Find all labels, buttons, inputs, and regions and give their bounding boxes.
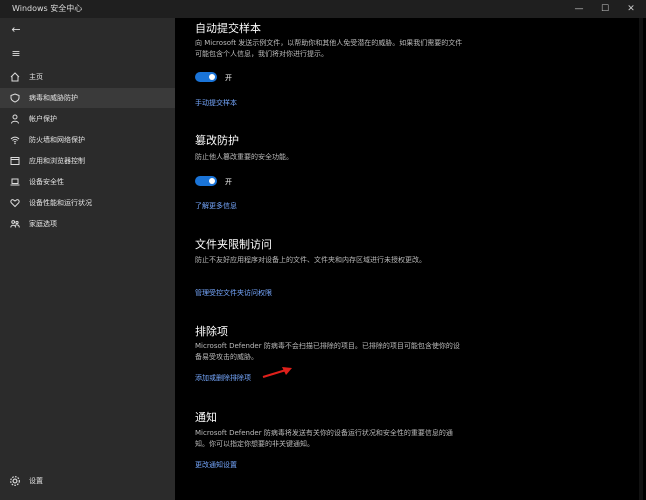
minimize-icon[interactable]: — [566, 0, 592, 18]
auto-submit-toggle[interactable] [195, 72, 217, 82]
section-desc-exclusions: Microsoft Defender 防病毒不会扫描已排除的项目。已排除的项目可… [195, 342, 460, 361]
home-icon [9, 71, 21, 83]
app-window-icon [9, 155, 21, 167]
add-remove-exclusions-link[interactable]: 添加或删除排除项 [195, 373, 251, 383]
sidebar-item-label: 设备安全性 [29, 178, 64, 186]
gear-icon [9, 475, 21, 487]
family-icon [9, 218, 21, 230]
sidebar-item-label: 主页 [29, 73, 43, 81]
scrollbar[interactable] [639, 18, 643, 500]
manage-folder-access-link[interactable]: 管理受控文件夹访问权限 [195, 288, 272, 298]
close-icon[interactable]: ✕ [618, 0, 644, 18]
section-desc-tamper: 防止他人篡改重要的安全功能。 [195, 153, 293, 161]
maximize-icon[interactable]: ☐ [592, 0, 618, 18]
manual-submit-sample-link[interactable]: 手动提交样本 [195, 98, 237, 108]
section-title-exclusions: 排除项 [195, 325, 228, 338]
auto-submit-toggle-label: 开 [225, 74, 232, 82]
sidebar-item-label: 家庭选项 [29, 220, 57, 228]
sidebar-item-device-security[interactable]: 设备安全性 [0, 172, 175, 192]
windows-security-window: Windows 安全中心 — ☐ ✕ ← ≡ 主页 病毒和威胁防护 帐户保护 防… [0, 0, 646, 500]
learn-more-link[interactable]: 了解更多信息 [195, 201, 237, 211]
back-arrow-icon[interactable]: ← [5, 20, 27, 38]
sidebar-item-family-options[interactable]: 家庭选项 [0, 214, 175, 234]
section-title-folder-access: 文件夹限制访问 [195, 238, 272, 251]
toggle-knob [209, 178, 215, 184]
sidebar-item-settings[interactable]: 设置 [0, 471, 175, 491]
sidebar-item-account-protection[interactable]: 帐户保护 [0, 109, 175, 129]
hamburger-menu-icon[interactable]: ≡ [5, 44, 27, 62]
toggle-knob [209, 74, 215, 80]
sidebar-item-label: 帐户保护 [29, 115, 57, 123]
sidebar-item-home[interactable]: 主页 [0, 67, 175, 87]
sidebar-item-label: 应用和浏览器控制 [29, 157, 85, 165]
section-desc-auto-submit: 向 Microsoft 发送示例文件，以帮助你和其他人免受潜在的威胁。如果我们需… [195, 39, 463, 58]
sidebar: ← ≡ 主页 病毒和威胁防护 帐户保护 防火墙和网络保护 应用和浏览器控制 设备… [0, 18, 175, 500]
shield-icon [9, 92, 21, 104]
change-notification-settings-link[interactable]: 更改通知设置 [195, 460, 237, 470]
section-desc-notifications: Microsoft Defender 防病毒将发送有关你的设备运行状况和安全性的… [195, 429, 453, 448]
tamper-toggle-label: 开 [225, 178, 232, 186]
sidebar-item-device-health[interactable]: 设备性能和运行状况 [0, 193, 175, 213]
sidebar-item-label: 病毒和威胁防护 [29, 94, 78, 102]
sidebar-item-label: 防火墙和网络保护 [29, 136, 85, 144]
section-title-notifications: 通知 [195, 411, 217, 424]
title-bar: Windows 安全中心 — ☐ ✕ [0, 0, 646, 18]
red-annotation-arrow-icon [262, 367, 292, 379]
sidebar-item-firewall[interactable]: 防火墙和网络保护 [0, 130, 175, 150]
person-icon [9, 113, 21, 125]
section-title-auto-submit: 自动提交样本 [195, 22, 261, 35]
section-title-tamper: 篡改防护 [195, 134, 239, 147]
sidebar-item-app-browser-control[interactable]: 应用和浏览器控制 [0, 151, 175, 171]
sidebar-item-label: 设备性能和运行状况 [29, 199, 92, 207]
settings-label: 设置 [29, 477, 43, 485]
laptop-icon [9, 176, 21, 188]
main-content: 自动提交样本 向 Microsoft 发送示例文件，以帮助你和其他人免受潜在的威… [175, 18, 646, 500]
wifi-icon [9, 134, 21, 146]
tamper-protection-toggle[interactable] [195, 176, 217, 186]
sidebar-item-virus-protection[interactable]: 病毒和威胁防护 [0, 88, 175, 108]
section-desc-folder-access: 防止不友好应用程序对设备上的文件、文件夹和内存区域进行未授权更改。 [195, 256, 426, 264]
heart-icon [9, 197, 21, 209]
window-title: Windows 安全中心 [12, 4, 83, 13]
